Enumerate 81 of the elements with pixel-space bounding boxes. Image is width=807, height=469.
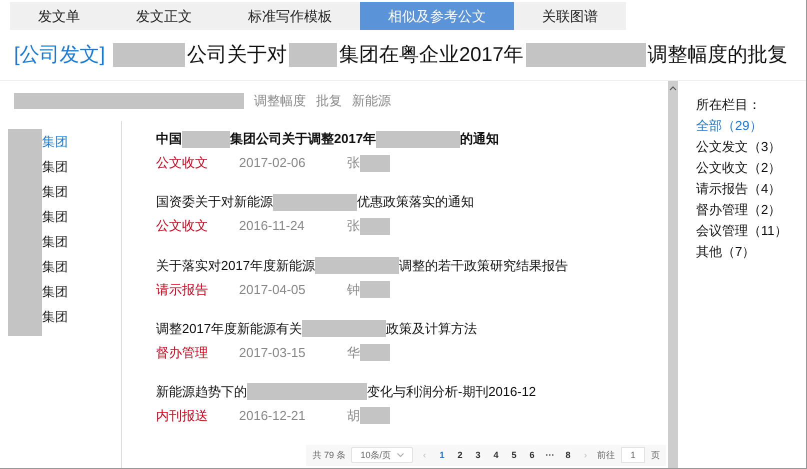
- author-text: 胡: [347, 406, 360, 425]
- tab[interactable]: 关联图谱: [514, 2, 626, 30]
- category-label: 公文收文: [156, 217, 209, 236]
- group-item[interactable]: 集团: [0, 204, 121, 229]
- result-title[interactable]: 关于落实对2017年度新能源 调整的若干政策研究结果报告: [156, 255, 668, 276]
- page-number[interactable]: ···: [544, 448, 556, 462]
- title-text: 公司关于对: [187, 43, 288, 68]
- page-number[interactable]: 2: [454, 448, 466, 462]
- category-link[interactable]: [公司发文]: [14, 40, 106, 70]
- goto-label: 前往: [597, 448, 615, 462]
- keyword-tag[interactable]: 调整幅度: [254, 91, 306, 111]
- tab[interactable]: 标准写作模板: [220, 2, 360, 30]
- result-title[interactable]: 国资委关于对新能源 优惠政策落实的通知: [156, 192, 668, 212]
- category-label: 内刊报送: [156, 406, 209, 425]
- title-text: 集团在粤企业2017年: [339, 43, 524, 68]
- group-item[interactable]: 集团: [0, 129, 121, 154]
- date-text: 2016-11-24: [239, 217, 306, 236]
- scroll-up-icon[interactable]: [669, 85, 677, 91]
- page-number[interactable]: 5: [508, 448, 520, 462]
- group-item[interactable]: 集团: [0, 154, 121, 179]
- author-text: 张: [347, 217, 360, 236]
- page-number[interactable]: 3: [472, 448, 484, 462]
- redaction-block: [360, 218, 390, 235]
- tab[interactable]: 发文正文: [108, 2, 220, 30]
- keyword-tag[interactable]: 新能源: [352, 91, 391, 111]
- group-item[interactable]: 集团: [0, 229, 121, 254]
- redaction-block: [182, 130, 230, 148]
- column-filter-item[interactable]: 督办管理（2）: [696, 200, 806, 221]
- title-text: 集团公司关于调整2017年: [230, 130, 376, 148]
- title-text: 变化与利润分析-期刊2016-12: [367, 382, 536, 401]
- redaction-block: [360, 154, 390, 172]
- result-title[interactable]: 中国 集团公司关于调整2017年 的通知: [156, 129, 668, 149]
- column-filter-item[interactable]: 全部（29）: [696, 116, 806, 137]
- category-label: 公文收文: [156, 154, 209, 172]
- title-text: 国资委关于对新能源: [156, 193, 273, 212]
- total-count: 共 79 条: [312, 448, 346, 462]
- column-filter-item[interactable]: 其他（7）: [696, 242, 806, 263]
- title-text: 政策及计算方法: [386, 320, 477, 338]
- title-text: 关于落实对2017年度新能源: [156, 256, 315, 274]
- redaction-block: [360, 344, 390, 361]
- date-text: 2017-02-06: [239, 154, 306, 172]
- redaction-block: [289, 43, 338, 67]
- group-item[interactable]: 集团: [0, 254, 121, 279]
- keyword-tag[interactable]: 批复: [316, 91, 342, 111]
- page-number[interactable]: 1: [436, 448, 448, 462]
- page-suffix: 页: [651, 448, 660, 462]
- page-number[interactable]: 6: [526, 448, 538, 462]
- goto-page-field[interactable]: 1: [621, 447, 645, 464]
- date-text: 2017-04-05: [239, 280, 306, 298]
- column-heading: 所在栏目：: [696, 96, 762, 114]
- dropdown-caret-icon: [397, 453, 404, 458]
- title-text: 新能源趋势下的: [156, 382, 247, 401]
- title-text: 调整2017年度新能源有关: [156, 320, 302, 338]
- group-item[interactable]: 集团: [0, 179, 121, 204]
- title-text: 调整幅度的批复: [648, 43, 788, 68]
- column-filter-item[interactable]: 公文收文（2）: [696, 158, 806, 179]
- category-label: 请示报告: [156, 280, 209, 298]
- column-filter-item[interactable]: 公文发文（3）: [696, 137, 806, 158]
- column-filter-item[interactable]: 请示报告（4）: [696, 179, 806, 200]
- redaction-block: [360, 407, 390, 424]
- category-label: 督办管理: [156, 344, 209, 362]
- group-item[interactable]: 集团: [0, 279, 121, 304]
- group-item[interactable]: 集团: [0, 304, 121, 329]
- result-title[interactable]: 新能源趋势下的 变化与利润分析-期刊2016-12: [156, 382, 668, 402]
- author-text: 张: [347, 154, 360, 172]
- scrollbar[interactable]: [668, 81, 678, 468]
- redaction-block: [360, 280, 390, 298]
- page-size-select[interactable]: 10条/页: [351, 447, 413, 464]
- author-text: 钟: [347, 280, 360, 298]
- title-text: 的通知: [460, 130, 499, 148]
- title-text: 优惠政策落实的通知: [357, 193, 474, 212]
- title-text: 中国: [156, 130, 182, 148]
- date-text: 2017-03-15: [239, 344, 306, 362]
- page-number[interactable]: 4: [490, 448, 502, 462]
- author-text: 华: [347, 344, 360, 362]
- title-text: 调整的若干政策研究结果报告: [398, 256, 568, 274]
- date-text: 2016-12-21: [239, 406, 306, 425]
- page-number[interactable]: 8: [562, 448, 574, 462]
- tab[interactable]: 发文单: [10, 2, 108, 30]
- column-filter-item[interactable]: 会议管理（11）: [696, 221, 806, 242]
- result-title[interactable]: 调整2017年度新能源有关 政策及计算方法: [156, 318, 668, 338]
